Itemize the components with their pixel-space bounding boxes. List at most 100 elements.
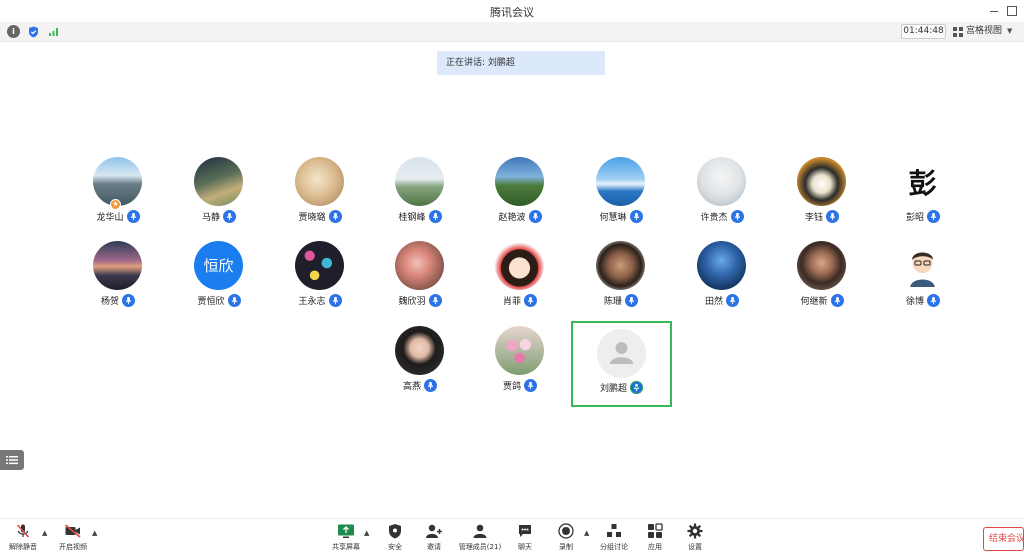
mic-icon (927, 294, 940, 307)
avatar (395, 241, 444, 290)
participant-name: 何慧琳 (599, 213, 627, 223)
apps-label: 应用 (648, 543, 662, 551)
participant-name: 陈珊 (603, 297, 622, 307)
avatar (295, 241, 344, 290)
participant-tile[interactable]: 许贵杰 (672, 157, 772, 237)
participant-name: 彭昭 (905, 213, 924, 223)
minimize-button[interactable] (985, 2, 1003, 20)
participant-tile[interactable]: 恒欣 贾恒欣 (169, 241, 269, 321)
security-label: 安全 (388, 543, 402, 551)
participant-name: 徐博 (905, 297, 924, 307)
settings-button[interactable]: 设置 (672, 522, 718, 554)
participant-tile[interactable]: 赵艳波 (470, 157, 570, 237)
participant-tile[interactable]: 何慧琳 (571, 157, 671, 237)
mic-icon (328, 210, 342, 223)
share-screen-button[interactable]: 共享屏幕 (323, 522, 369, 554)
participant-name: 高燕 (402, 382, 421, 392)
meeting-timer: 01:44:48 (901, 24, 946, 39)
chat-label: 聊天 (518, 543, 532, 551)
participant-tile[interactable]: 魏欣羽 (370, 241, 470, 321)
share-screen-icon (336, 522, 356, 540)
avatar (194, 157, 243, 206)
participant-name: 桂钢峰 (398, 213, 426, 223)
share-screen-label: 共享屏幕 (332, 543, 360, 551)
breakout-icon (604, 522, 624, 540)
avatar (395, 326, 444, 375)
chat-button[interactable]: 聊天 (502, 522, 548, 554)
record-label: 录制 (559, 543, 573, 551)
participant-name: 贾晓璐 (298, 213, 326, 223)
invite-button[interactable]: 邀请 (411, 522, 457, 554)
participant-tile[interactable]: 桂钢峰 (370, 157, 470, 237)
bottom-toolbar: 解除静音 ▲ 开启视频 ▲ 共享屏幕 ▲ 安全 邀请 管理成员(21) 聊天 录… (0, 518, 1024, 555)
participant-tile[interactable]: 马静 (169, 157, 269, 237)
participant-tile[interactable]: 何继新 (772, 241, 872, 321)
participant-tile[interactable]: 高燕 (370, 326, 470, 406)
participant-tile[interactable]: 彭 彭昭 (873, 157, 973, 237)
avatar (697, 241, 746, 290)
participant-name: 王永志 (298, 297, 326, 307)
avatar (797, 241, 846, 290)
manage-members-button[interactable]: 管理成员(21) (457, 522, 503, 554)
participant-tile[interactable]: 杨贺 (68, 241, 168, 321)
avatar (898, 241, 947, 290)
view-mode-dropdown[interactable]: 宫格视图 ▼ (953, 24, 1018, 39)
start-video-button[interactable]: 开启视频 (50, 522, 96, 554)
mic-icon (730, 210, 744, 223)
invite-label: 邀请 (427, 543, 441, 551)
participant-tile[interactable]: 贾鸽 (470, 326, 570, 406)
avatar (495, 157, 544, 206)
avatar (697, 157, 746, 206)
chevron-up-icon[interactable]: ▲ (584, 529, 589, 537)
mic-muted-icon (13, 522, 33, 540)
settings-label: 设置 (688, 543, 702, 551)
participant-tile[interactable]: 贾晓璐 (270, 157, 370, 237)
participant-name: 马静 (201, 213, 220, 223)
participant-tile-active-speaker[interactable]: 刘鹏超 (571, 321, 672, 407)
invite-user-icon (424, 522, 444, 540)
member-list-toggle[interactable] (0, 450, 24, 470)
participant-tile[interactable]: 徐博 (873, 241, 973, 321)
avatar (597, 329, 646, 378)
participant-name: 龙华山 (96, 213, 124, 223)
info-icon[interactable]: i (7, 25, 20, 38)
shield-icon[interactable] (27, 25, 40, 38)
avatar (495, 326, 544, 375)
mic-speaking-icon (630, 381, 643, 394)
mic-icon (524, 379, 537, 392)
chevron-up-icon[interactable]: ▲ (92, 529, 97, 537)
end-meeting-button[interactable]: 结束会议 (983, 527, 1024, 551)
mic-icon (223, 210, 236, 223)
participant-name: 杨贺 (100, 297, 119, 307)
maximize-button[interactable] (1003, 2, 1021, 20)
participant-tile[interactable]: 王永志 (270, 241, 370, 321)
unmute-button[interactable]: 解除静音 (0, 522, 46, 554)
chevron-up-icon[interactable]: ▲ (364, 529, 369, 537)
participant-name: 李钰 (804, 213, 823, 223)
avatar (797, 157, 846, 206)
participant-tile[interactable]: ★ 龙华山 (68, 157, 168, 237)
mic-icon (428, 294, 442, 307)
signal-icon[interactable] (47, 25, 60, 38)
participant-name: 肖菲 (502, 297, 521, 307)
participant-tile[interactable]: 李钰 (772, 157, 872, 237)
speaking-banner: 正在讲话: 刘鹏超 (437, 51, 605, 75)
avatar-initials: 恒欣 (194, 241, 243, 290)
participant-tile[interactable]: 陈珊 (571, 241, 671, 321)
participant-tile[interactable]: 肖菲 (470, 241, 570, 321)
grid-icon (953, 26, 963, 37)
avatar (495, 241, 544, 290)
participant-name: 魏欣羽 (398, 297, 426, 307)
chevron-up-icon[interactable]: ▲ (42, 529, 47, 537)
avatar: 彭 (898, 157, 947, 206)
participant-name: 赵艳波 (498, 213, 526, 223)
mic-icon (625, 294, 638, 307)
start-video-label: 开启视频 (59, 543, 87, 551)
participant-name: 贾鸽 (502, 382, 521, 392)
mic-icon (122, 294, 135, 307)
record-button[interactable]: 录制 (543, 522, 589, 554)
breakout-rooms-button[interactable]: 分组讨论 (591, 522, 637, 554)
shield-icon (385, 522, 405, 540)
record-icon (556, 522, 576, 540)
participant-tile[interactable]: 田然 (672, 241, 772, 321)
